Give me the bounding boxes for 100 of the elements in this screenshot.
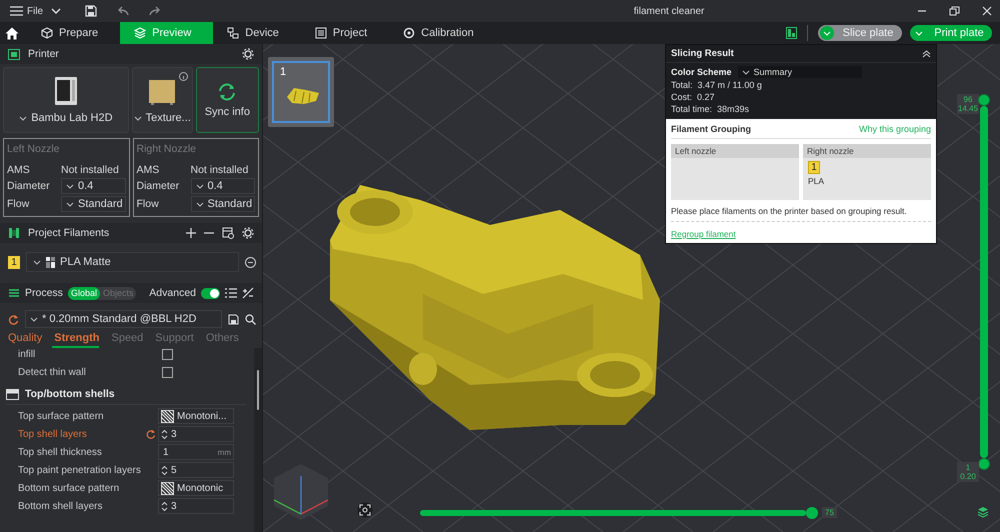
caret-icon — [66, 182, 74, 190]
spinner-icon — [161, 500, 168, 512]
panel-title: Left Nozzle — [7, 143, 61, 155]
section-title: Project Filaments — [28, 227, 110, 239]
field-label: Flow — [136, 198, 160, 210]
caret-icon[interactable] — [51, 8, 62, 14]
tab[interactable]: Quality — [6, 331, 52, 348]
preset-dropdown[interactable]: * 0.20mm Standard @BBL H2D — [25, 310, 222, 328]
redo-icon[interactable] — [149, 6, 162, 16]
checkbox[interactable] — [162, 348, 173, 360]
filament-icon — [46, 256, 55, 268]
reset-icon[interactable] — [146, 429, 156, 439]
group-label: Right nozzle — [803, 144, 931, 158]
close-icon[interactable] — [982, 6, 992, 16]
field-label: Diameter — [7, 180, 51, 192]
move-value: 75 — [822, 507, 837, 518]
spool-icon — [8, 227, 20, 239]
layer-height: 0.20 — [959, 472, 977, 481]
stat-text: Total time: 38m39s — [671, 104, 750, 114]
sync-icon — [217, 82, 238, 102]
dropdown[interactable]: Standard — [61, 196, 126, 212]
scrollbar[interactable] — [257, 370, 259, 410]
checkbox[interactable] — [162, 366, 173, 378]
compare-icon[interactable] — [242, 287, 254, 299]
undo-icon[interactable] — [117, 6, 130, 16]
spinner-icon — [161, 464, 168, 476]
focus-icon[interactable] — [357, 502, 373, 518]
caret-icon — [33, 258, 41, 266]
group-label: Left nozzle — [671, 144, 799, 158]
panel-title: Filament Grouping — [671, 124, 751, 134]
setting-label: Top shell layers — [18, 428, 88, 440]
reset-icon[interactable] — [8, 314, 19, 324]
unit-label: mm — [218, 448, 231, 456]
setting-label: infill — [18, 348, 36, 360]
panel-title: Slicing Result — [671, 48, 735, 59]
save-icon[interactable] — [228, 314, 239, 324]
layer-number: 96 — [962, 95, 974, 104]
pattern-dropdown[interactable]: Monotoni... — [158, 408, 234, 424]
caret-icon — [19, 114, 28, 122]
filament-dropdown[interactable]: PLA Matte — [26, 252, 239, 272]
field-label: Flow — [7, 198, 30, 210]
caret-icon — [196, 200, 204, 208]
field-value: Not installed — [61, 164, 120, 176]
filament-number: 1 — [808, 161, 820, 174]
setting-label: Bottom surface pattern — [18, 482, 120, 494]
field-label: AMS — [7, 164, 31, 176]
tab[interactable]: Calibration — [389, 22, 496, 44]
setting-label: Detect thin wall — [18, 366, 87, 378]
color-scheme-dropdown[interactable]: Summary — [738, 66, 862, 78]
file-menu[interactable]: File — [8, 6, 46, 16]
layer-height: 14.45 — [957, 104, 979, 113]
panel-title: Right Nozzle — [136, 143, 198, 155]
dropdown[interactable]: 0.4 — [190, 178, 255, 194]
layer-number: 1 — [964, 463, 972, 472]
home-icon[interactable] — [5, 26, 19, 40]
move-slider-fill[interactable] — [420, 510, 806, 516]
advanced-switch[interactable] — [201, 288, 220, 298]
number-field[interactable]: 5 — [158, 462, 234, 478]
printer-card[interactable]: Bambu Lab H2D — [3, 67, 129, 133]
number-field[interactable]: 3 — [158, 498, 234, 514]
sync-button[interactable]: Sync info — [196, 67, 259, 133]
stat-text: Cost: 0.27 — [671, 92, 716, 102]
caret-icon — [30, 316, 38, 322]
settings-icon[interactable] — [242, 48, 254, 60]
field-label: AMS — [136, 164, 160, 176]
collapse-icon[interactable] — [922, 50, 931, 58]
device-icon — [227, 27, 240, 39]
layout-icon[interactable] — [786, 27, 797, 39]
build-plate-icon — [148, 79, 176, 106]
setting-label: Top surface pattern — [18, 410, 105, 422]
tab[interactable]: Device — [213, 22, 301, 44]
model-icon — [286, 85, 320, 105]
field-label: Diameter — [136, 180, 180, 192]
save-icon[interactable] — [85, 5, 98, 17]
window-title: filament cleaner — [634, 6, 704, 16]
pattern-dropdown[interactable]: Monotonic — [158, 480, 234, 496]
caret-icon — [196, 182, 204, 190]
tab[interactable]: Strength — [52, 331, 100, 348]
tab[interactable]: Prepare — [27, 22, 120, 44]
restore-icon[interactable] — [949, 6, 960, 16]
setting-label: Bottom shell layers — [18, 500, 104, 512]
section-title: Process — [25, 287, 63, 299]
more-icon[interactable] — [245, 256, 256, 268]
list-icon[interactable] — [225, 288, 237, 298]
search-icon[interactable] — [245, 314, 256, 324]
dropdown[interactable]: 0.4 — [61, 178, 126, 194]
toggle-label: Advanced — [149, 287, 196, 299]
plate-card[interactable]: Texture... — [132, 67, 193, 133]
tab[interactable]: Project — [300, 22, 390, 44]
dropdown[interactable]: Standard — [190, 196, 255, 212]
add-icon[interactable] — [186, 228, 196, 238]
number-field[interactable]: 1 mm — [158, 444, 234, 460]
info-icon — [178, 72, 188, 81]
settings-icon[interactable] — [242, 227, 254, 239]
field-label: Color Scheme — [671, 67, 732, 77]
number-field[interactable]: 3 — [158, 426, 234, 442]
pattern-icon — [161, 410, 174, 422]
plate-thumbnail[interactable]: 1 — [268, 57, 334, 127]
section-title: Printer — [28, 48, 60, 60]
caret-icon — [134, 114, 142, 122]
